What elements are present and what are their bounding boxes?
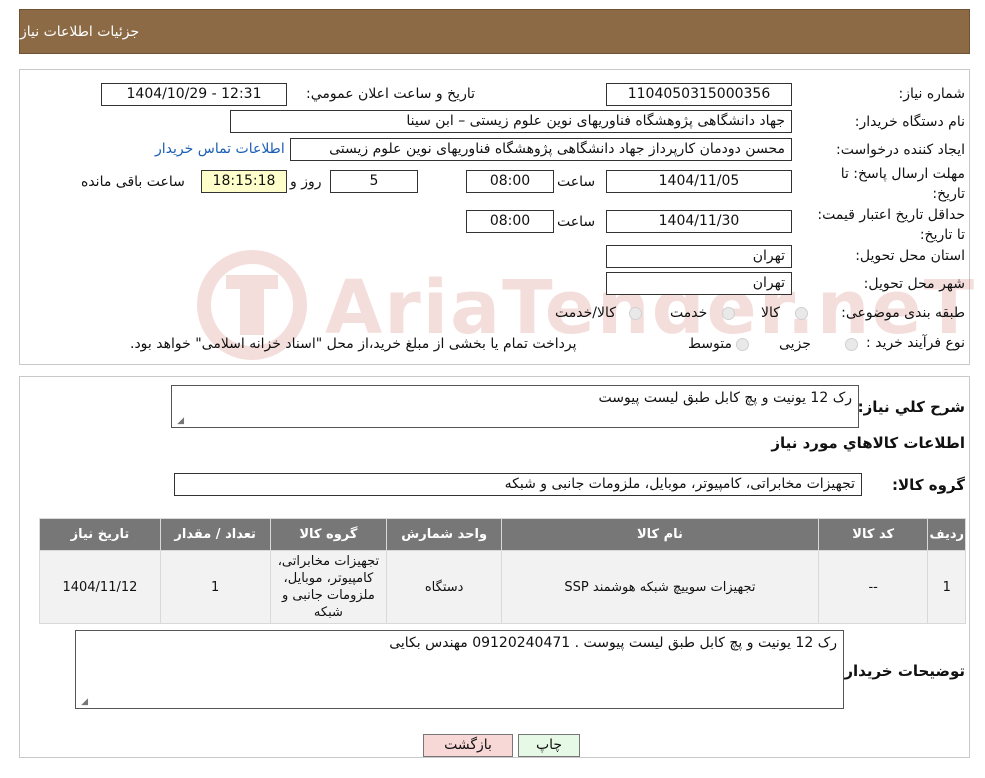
category-radio-goods-service[interactable] xyxy=(629,307,642,320)
need-date-cell: 1404/11/12 xyxy=(39,550,161,624)
process-option-minor: جزیی xyxy=(779,336,811,352)
process-option-medium: متوسط xyxy=(688,336,732,352)
notes-textarea[interactable]: رک 12 یونیت و پچ کابل طبق لیست پیوست . 0… xyxy=(75,630,844,709)
validity-date-field: 1404/11/30 xyxy=(606,210,792,233)
summary-textarea[interactable]: رک 12 یونیت و پچ کابل طبق لیست پیوست ◢ xyxy=(171,385,859,428)
process-radio-minor[interactable] xyxy=(845,338,858,351)
goods-table: ردیف کد کالا نام کالا واحد شمارش گروه کا… xyxy=(39,518,966,624)
goods-group-field: تجهیزات مخابراتی، کامپیوتر، موبایل، ملزو… xyxy=(174,473,862,496)
col-item-group: گروه کالا xyxy=(269,518,388,551)
process-note: پرداخت تمام یا بخشی از مبلغ خرید،از محل … xyxy=(130,336,577,352)
resize-handle-icon[interactable]: ◢ xyxy=(78,697,88,707)
back-button[interactable]: بازگشت xyxy=(423,734,513,757)
city-label: شهر محل تحویل: xyxy=(863,276,965,292)
creator-label: ایجاد کننده درخواست: xyxy=(836,142,965,158)
deadline-hour-field: 08:00 xyxy=(466,170,554,193)
col-row-number: ردیف xyxy=(927,518,966,551)
need-number-label: شماره نیاز: xyxy=(898,86,966,102)
item-name-cell: تجهیزات سوییچ شبکه هوشمند SSP xyxy=(501,550,819,624)
validity-hour-label: ساعت xyxy=(557,214,596,230)
creator-field: محسن دودمان کارپرداز جهاد دانشگاهی پژوهش… xyxy=(290,138,792,161)
buyer-org-label: نام دستگاه خریدار: xyxy=(854,114,965,130)
city-field: تهران xyxy=(606,272,792,295)
item-group-cell: تجهیزات مخابراتی، کامپیوتر، موبایل، ملزو… xyxy=(269,550,388,624)
days-label: روز و xyxy=(290,174,322,190)
contact-buyer-link[interactable]: اطلاعات تماس خریدار xyxy=(155,141,285,157)
announce-field: 1404/10/29 - 12:31 xyxy=(101,83,287,106)
deadline-label: مهلت ارسال پاسخ: تا تاریخ: xyxy=(840,166,965,202)
category-radio-goods[interactable] xyxy=(795,307,808,320)
row-number-cell: 1 xyxy=(927,550,966,624)
remaining-time-field: 18:15:18 xyxy=(201,170,287,193)
col-item-code: کد کالا xyxy=(817,518,929,551)
item-code-cell: -- xyxy=(817,550,929,624)
category-option-goods-service: کالا/خدمت xyxy=(555,305,616,321)
notes-text: رک 12 یونیت و پچ کابل طبق لیست پیوست . 0… xyxy=(389,635,837,651)
deadline-hour-label: ساعت xyxy=(557,174,596,190)
notes-label: توضیحات خریدار: xyxy=(838,662,965,680)
deadline-date-field: 1404/11/05 xyxy=(606,170,792,193)
page-header: جزئیات اطلاعات نیاز xyxy=(19,9,970,54)
summary-text: رک 12 یونیت و پچ کابل طبق لیست پیوست xyxy=(598,390,852,406)
days-field: 5 xyxy=(330,170,418,193)
need-number-field: 1104050315000356 xyxy=(606,83,792,106)
goods-group-label: گروه کالا: xyxy=(892,476,965,494)
buyer-org-field: جهاد دانشگاهی پژوهشگاه فناوریهای نوین عل… xyxy=(230,110,792,133)
resize-handle-icon[interactable]: ◢ xyxy=(174,416,184,426)
col-need-date: تاریخ نیاز xyxy=(39,518,161,551)
announce-label: تاریخ و ساعت اعلان عمومي: xyxy=(306,86,475,102)
category-label: طبقه بندی موضوعی: xyxy=(841,305,965,321)
col-item-name: نام کالا xyxy=(501,518,819,551)
province-label: استان محل تحویل: xyxy=(855,248,965,264)
category-option-goods: کالا xyxy=(761,305,780,321)
process-radio-medium[interactable] xyxy=(736,338,749,351)
col-unit: واحد شمارش xyxy=(386,518,503,551)
goods-section-title: اطلاعات کالاهاي مورد نياز xyxy=(771,434,965,452)
category-option-service: خدمت xyxy=(670,305,708,321)
goods-table-header: ردیف کد کالا نام کالا واحد شمارش گروه کا… xyxy=(39,518,966,551)
page-title: جزئیات اطلاعات نیاز xyxy=(20,23,140,40)
col-quantity: تعداد / مقدار xyxy=(159,518,271,551)
validity-label: حداقل تاریخ اعتبار قیمت: تا تاریخ: xyxy=(817,207,965,243)
remaining-label: ساعت باقی مانده xyxy=(81,174,185,190)
category-radio-service[interactable] xyxy=(722,307,735,320)
table-row: 1 -- تجهیزات سوییچ شبکه هوشمند SSP دستگا… xyxy=(39,550,966,624)
unit-cell: دستگاه xyxy=(386,550,503,624)
process-label: نوع فرآیند خرید : xyxy=(866,335,965,351)
quantity-cell: 1 xyxy=(159,550,271,624)
province-field: تهران xyxy=(606,245,792,268)
print-button[interactable]: چاپ xyxy=(518,734,580,757)
summary-label: شرح کلي نياز: xyxy=(857,398,965,416)
validity-hour-field: 08:00 xyxy=(466,210,554,233)
